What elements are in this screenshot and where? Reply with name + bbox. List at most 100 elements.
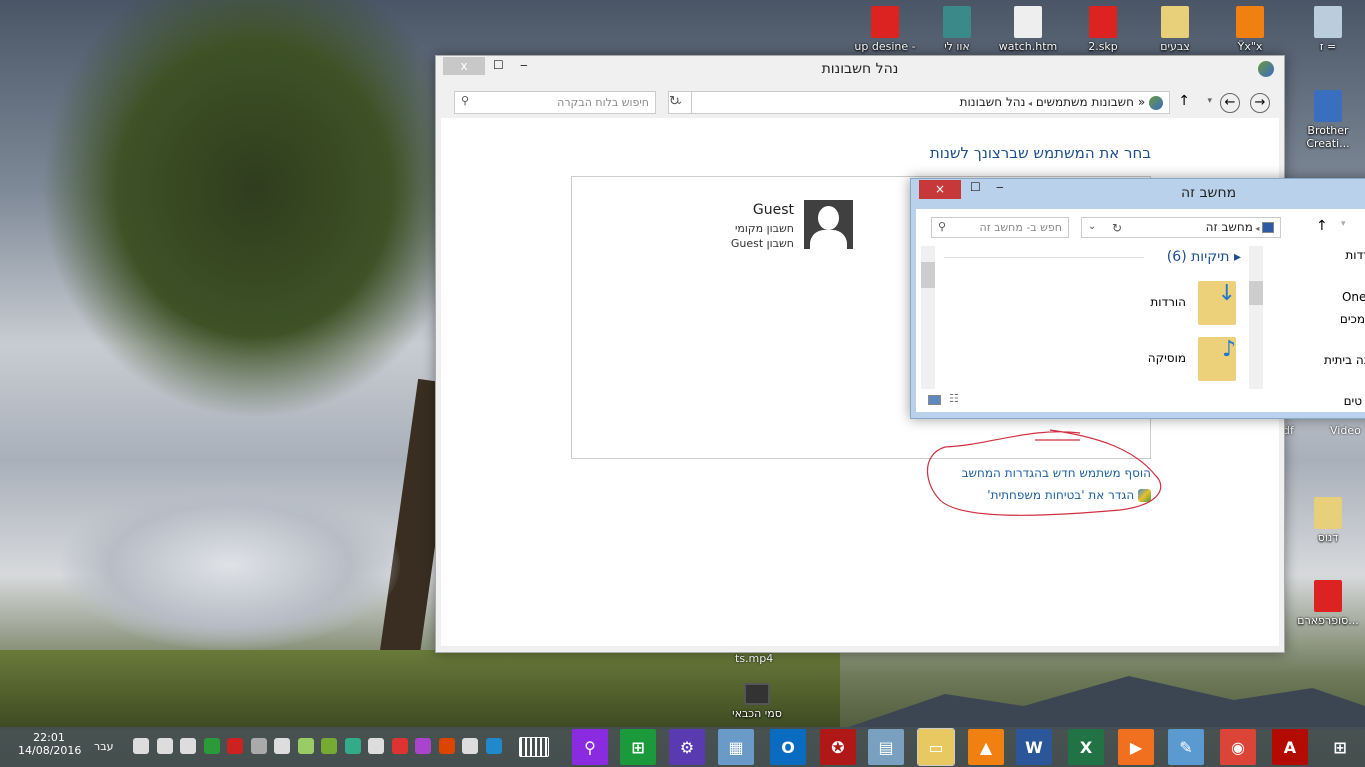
language-indicator[interactable]: עבר <box>94 740 113 753</box>
nav-item-homegroup[interactable]: בוצה ביתית <box>1324 353 1365 368</box>
desktop-icon-video-file[interactable]: סמי הכבאי <box>722 683 792 720</box>
settings-icon: ⚙ <box>679 737 695 757</box>
time: 22:01 <box>33 731 65 744</box>
account-type: חשבון מקומי <box>734 222 794 235</box>
tray-icon[interactable] <box>415 738 431 754</box>
taskbar-app-media-player[interactable]: ▶ <box>1118 729 1154 765</box>
taskbar-app-game-booster[interactable]: ✪ <box>820 729 856 765</box>
taskbar-app-paint[interactable]: ✎ <box>1168 729 1204 765</box>
details-view-button[interactable]: ☷ <box>949 392 959 405</box>
close-button[interactable]: × <box>919 180 961 199</box>
minimize-button[interactable]: ‒ <box>996 180 1004 194</box>
desktop-icon[interactable]: Ÿx"x <box>1215 6 1285 53</box>
taskbar-app-file-explorer[interactable]: ▭ <box>917 728 955 766</box>
tray-icon[interactable] <box>180 738 196 754</box>
nav-item-partial[interactable]: טים <box>1344 394 1362 409</box>
touch-keyboard-icon[interactable] <box>519 737 549 757</box>
store-icon: ⊞ <box>631 737 645 757</box>
tray-icon[interactable] <box>321 738 337 754</box>
desktop-icon[interactable]: ז = <box>1293 6 1363 53</box>
forward-button[interactable]: → <box>1250 93 1270 113</box>
tray-icon[interactable] <box>133 738 149 754</box>
recent-dropdown-icon[interactable]: ▾ <box>1207 96 1212 106</box>
desktop-icon[interactable]: up desine - <box>850 6 920 53</box>
nav-item-documents[interactable]: מסמכים <box>1340 312 1365 327</box>
taskbar-app-search[interactable]: ⚲ <box>572 729 608 765</box>
maximize-button[interactable]: ☐ <box>970 180 981 194</box>
address-dropdown-icon[interactable]: ⌄ <box>1088 221 1096 232</box>
tray-icon[interactable] <box>485 738 502 754</box>
taskbar-app-start[interactable]: ⊞ <box>1322 729 1358 765</box>
desktop-icon-label: אוו לי <box>944 40 970 53</box>
video-file-icon <box>744 683 770 705</box>
content-scrollbar[interactable] <box>921 246 935 389</box>
account-guest[interactable]: Guest חשבון מקומי חשבון Guest <box>731 197 853 257</box>
taskbar-app-acrobat[interactable]: A <box>1272 729 1308 765</box>
tray-icon[interactable] <box>156 738 173 754</box>
desktop-icon[interactable]: צבעים <box>1140 6 1210 53</box>
vlc-icon: ▲ <box>979 737 993 757</box>
up-button[interactable]: ↑ <box>1316 218 1328 234</box>
desktop-icon[interactable]: סופרפארם... <box>1293 580 1363 627</box>
nav-item-onedrive[interactable]: OneDriv <box>1342 290 1365 305</box>
breadcrumb-this-pc[interactable]: מחשב זה <box>1206 220 1253 234</box>
search-this-pc-input[interactable]: חפש ב- מחשב זה ⚲ <box>931 217 1069 238</box>
taskbar-app-settings[interactable]: ⚙ <box>669 729 705 765</box>
address-bar[interactable]: « חשבונות משתמשים ◂ נהל חשבונות ⌄ <box>668 91 1170 114</box>
large-icons-view-button[interactable] <box>928 395 941 405</box>
taskbar-app-outlook[interactable]: O <box>770 729 806 765</box>
taskbar-app-control-panel[interactable]: ▦ <box>718 729 754 765</box>
tray-icon[interactable] <box>438 738 455 754</box>
avatar <box>804 200 853 249</box>
desktop-icon[interactable]: watch.htm <box>993 6 1063 53</box>
desktop-icon[interactable]: אוו לי <box>922 6 992 53</box>
refresh-icon[interactable]: ↻ <box>1112 221 1122 235</box>
tray-icon[interactable] <box>297 738 314 754</box>
file-icon <box>1236 6 1264 38</box>
tray-icon[interactable] <box>274 738 290 754</box>
downloads-folder-icon: ↓ <box>1198 281 1236 325</box>
taskbar-app-excel[interactable]: X <box>1068 729 1104 765</box>
taskbar: 22:01 14/08/2016 עבר ⚲ ⊞ ⚙ ▦ O ✪ ▤ ▭ ▲ W X ▶ ✎ ◉ A ⊞ <box>0 727 1365 767</box>
taskbar-app-word[interactable]: W <box>1016 729 1052 765</box>
desktop-icon[interactable]: דנוס <box>1293 497 1363 544</box>
file-icon <box>1314 580 1342 612</box>
taskbar-app-chrome[interactable]: ◉ <box>1220 729 1256 765</box>
page-heading: בחר את המשתמש שברצונך לשנות <box>929 144 1151 162</box>
taskbar-app-store[interactable]: ⊞ <box>620 729 656 765</box>
nav-item-downloads[interactable]: הורדות <box>1345 248 1365 263</box>
game-booster-icon: ✪ <box>831 737 845 757</box>
tray-icon[interactable] <box>462 738 478 754</box>
folder-music[interactable]: ♪ מוסיקה <box>1096 337 1236 385</box>
tray-icon[interactable] <box>203 738 220 754</box>
breadcrumb-user-accounts[interactable]: חשבונות משתמשים <box>1036 95 1134 109</box>
desktop-icon[interactable]: 2.skp <box>1068 6 1138 53</box>
file-icon <box>1314 6 1342 38</box>
back-button[interactable]: ← <box>1220 93 1240 113</box>
taskbar-app-vlc[interactable]: ▲ <box>968 729 1004 765</box>
tray-icon[interactable] <box>391 738 408 754</box>
calculator-icon: ▤ <box>878 737 894 757</box>
desktop-icon-label: up desine - <box>854 40 916 53</box>
desktop-icon[interactable]: Brother Creati... <box>1293 90 1363 150</box>
folders-group-header[interactable]: ▸ תיקיות (6) <box>1167 249 1241 265</box>
taskbar-app-calculator[interactable]: ▤ <box>868 729 904 765</box>
tray-icon[interactable] <box>368 738 384 754</box>
clock[interactable]: 22:01 14/08/2016 <box>18 731 81 757</box>
up-button[interactable]: ↑ <box>1178 93 1190 109</box>
nav-pane-scrollbar[interactable] <box>1249 246 1263 389</box>
account-desc: חשבון Guest <box>730 237 794 250</box>
breadcrumb-manage-accounts[interactable]: נהל חשבונות <box>960 95 1026 109</box>
recent-dropdown-icon[interactable]: ▾ <box>1341 219 1346 229</box>
group-header-label: תיקיות (6) <box>1166 249 1230 265</box>
tray-icon[interactable] <box>344 738 361 754</box>
search-control-panel-input[interactable]: חיפוש בלוח הבקרה ⚲ <box>454 91 656 114</box>
tray-icon[interactable] <box>227 738 243 754</box>
folder-downloads[interactable]: ↓ הורדות <box>1096 281 1236 329</box>
desktop-icon-label: 2.skp <box>1088 40 1118 53</box>
desktop-icon-video[interactable]: Video <box>1330 424 1361 437</box>
breadcrumb-overflow[interactable]: « <box>1138 95 1145 109</box>
address-bar[interactable]: ◂ מחשב זה ⌄ ↻ <box>1081 217 1281 238</box>
refresh-icon[interactable]: ↻ <box>669 94 680 109</box>
tray-icon[interactable] <box>250 738 267 754</box>
